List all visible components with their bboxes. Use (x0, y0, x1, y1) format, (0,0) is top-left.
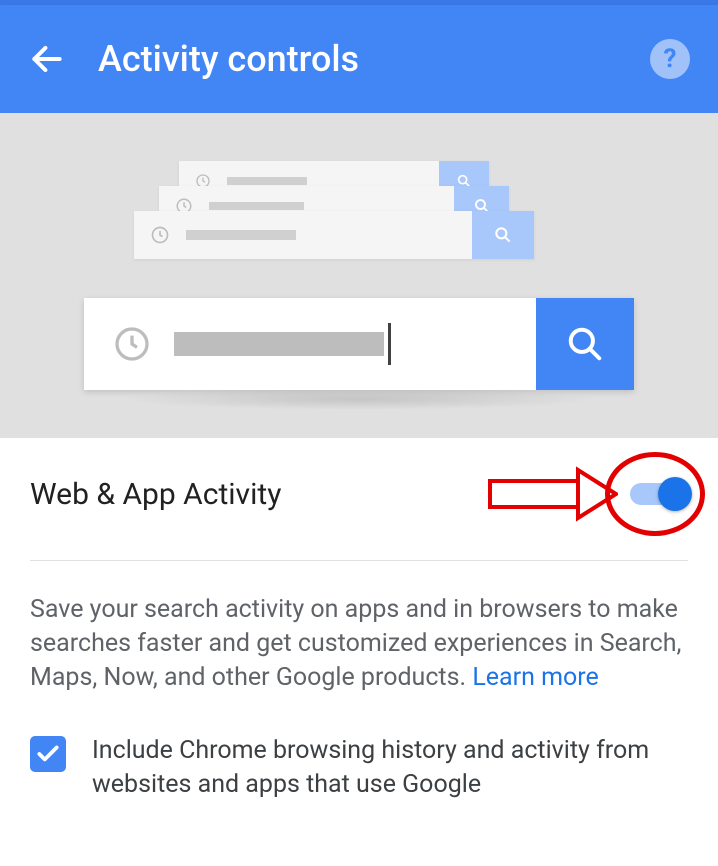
back-arrow-icon[interactable] (28, 40, 66, 78)
checkbox-row: Include Chrome browsing history and acti… (30, 734, 688, 802)
toggle-knob (658, 477, 692, 511)
include-chrome-checkbox[interactable] (30, 736, 66, 772)
section-description: Save your search activity on apps and in… (30, 593, 688, 694)
activity-toggle-row: Web & App Activity (30, 466, 688, 561)
shadow-decoration (119, 388, 599, 410)
content-area: Web & App Activity Save your search acti… (0, 438, 718, 802)
app-header: Activity controls ? (0, 5, 718, 113)
stacked-search-card (134, 211, 534, 259)
search-placeholder-bar (174, 332, 384, 356)
toggle-annotation-wrapper (488, 466, 688, 522)
search-illustration (0, 113, 718, 438)
search-button[interactable] (536, 298, 634, 390)
checkbox-label: Include Chrome browsing history and acti… (92, 734, 688, 802)
checkmark-icon (35, 741, 61, 767)
main-search-bar (84, 298, 634, 390)
text-cursor (388, 323, 391, 365)
activity-toggle[interactable] (630, 483, 688, 505)
learn-more-link[interactable]: Learn more (472, 663, 598, 692)
search-icon (566, 325, 604, 363)
annotation-arrow-icon (488, 466, 618, 522)
help-icon[interactable]: ? (650, 39, 690, 79)
page-title: Activity controls (98, 38, 650, 80)
section-title: Web & App Activity (30, 477, 281, 512)
clock-icon (112, 324, 152, 364)
